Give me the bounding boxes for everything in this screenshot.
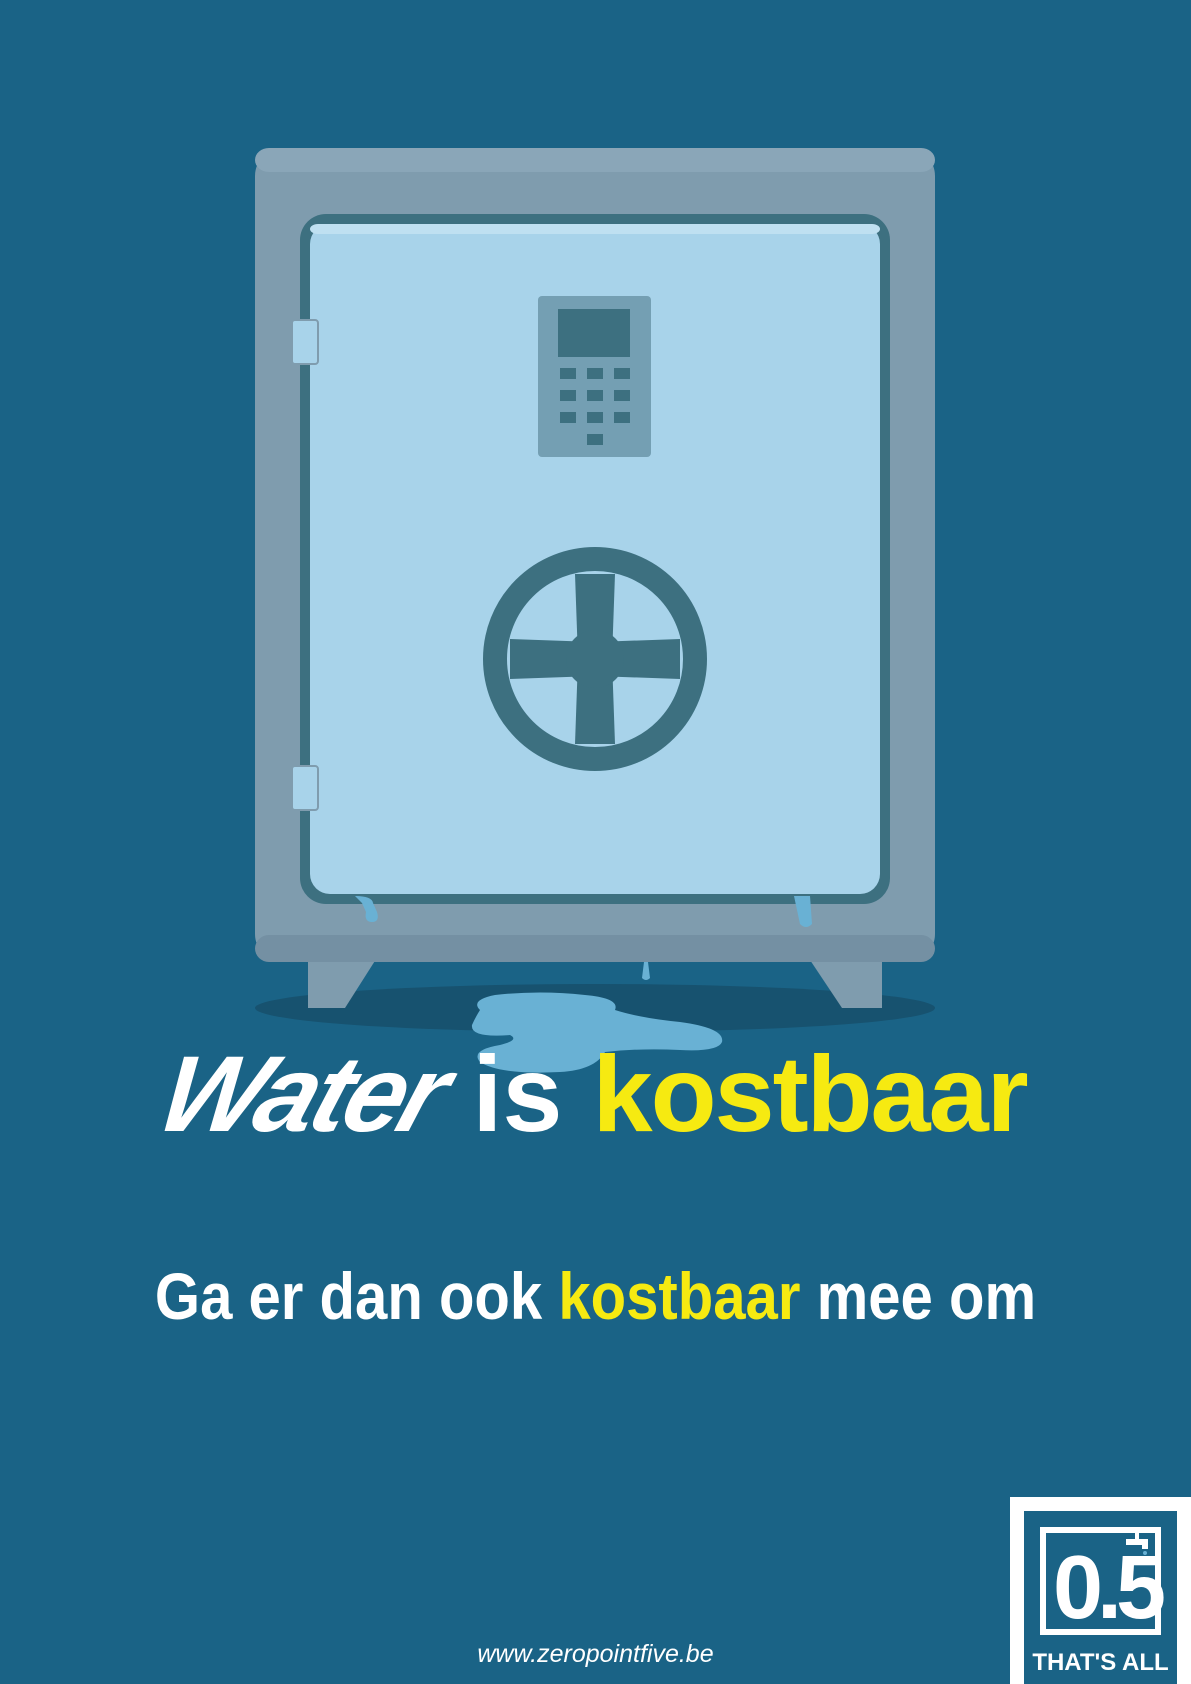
- subline-highlight: kostbaar: [558, 1259, 801, 1333]
- logo: 0.5 THAT'S ALL: [1010, 1497, 1191, 1684]
- logo-number: 0.5: [1052, 1538, 1166, 1638]
- safe-body-bottom: [255, 935, 935, 962]
- headline: Water is kostbaar: [0, 1033, 1191, 1154]
- water-drop-small: [642, 962, 650, 980]
- safe-door-shine: [310, 224, 880, 234]
- faucet-icon: [1126, 1529, 1148, 1555]
- subline-part1: Ga er dan ook: [154, 1259, 559, 1333]
- headline-word-water: Water: [144, 1033, 463, 1154]
- headline-word-kostbaar: kostbaar: [592, 1033, 1029, 1154]
- subline: Ga er dan ook kostbaar mee om: [71, 1258, 1119, 1334]
- hinge-bottom: [291, 765, 319, 811]
- poster: Water is kostbaar Ga er dan ook kostbaar…: [0, 0, 1191, 1684]
- wheel-icon: [483, 547, 707, 771]
- keypad-icon: [538, 296, 651, 457]
- hinge-top: [291, 319, 319, 365]
- safe-icon: [255, 148, 935, 1073]
- logo-inner: 0.5 THAT'S ALL: [1024, 1511, 1177, 1684]
- logo-tagline: THAT'S ALL: [1032, 1649, 1169, 1676]
- safe-body-top: [255, 148, 935, 172]
- headline-word-is: is: [472, 1033, 563, 1154]
- subline-part2: mee om: [800, 1259, 1037, 1333]
